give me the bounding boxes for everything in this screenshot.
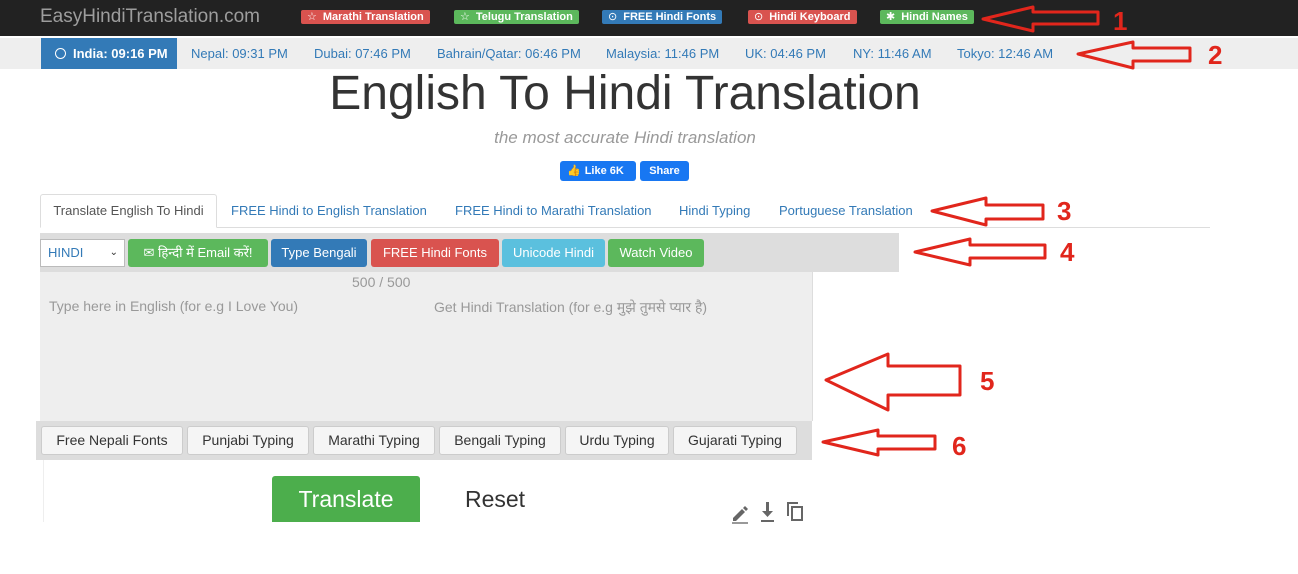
annotation-arrow-2 xyxy=(1076,40,1192,70)
annotation-label-6: 6 xyxy=(952,431,967,461)
annotation-arrow-1 xyxy=(981,5,1100,33)
annotation-label-3: 3 xyxy=(1057,196,1072,226)
annotation-label-5: 5 xyxy=(980,366,995,396)
annotation-arrow-5 xyxy=(824,352,962,412)
annotation-label-4: 4 xyxy=(1060,237,1075,267)
annotation-arrows xyxy=(821,5,1192,457)
annotation-label-1: 1 xyxy=(1113,6,1128,36)
annotation-arrow-6 xyxy=(821,428,937,457)
annotation-label-2: 2 xyxy=(1208,40,1223,70)
annotation-arrow-4 xyxy=(913,237,1047,267)
annotation-arrow-3 xyxy=(930,196,1045,227)
